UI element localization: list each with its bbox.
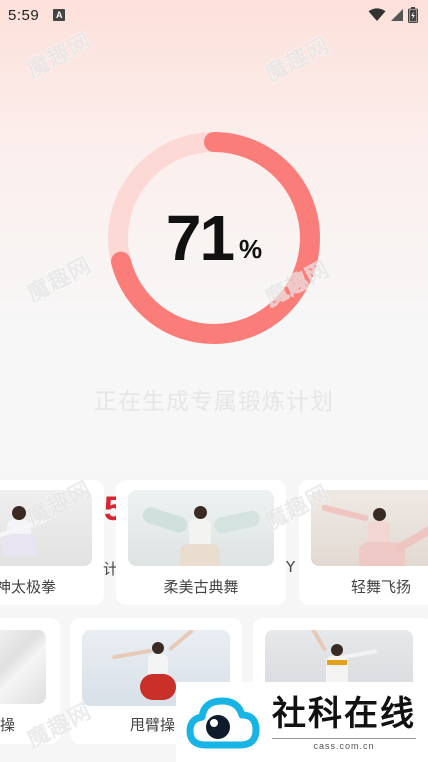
course-thumbnail [0, 630, 46, 704]
watermark-text: 魔趣网 [23, 252, 97, 308]
course-label: 轻舞飞扬 [351, 578, 412, 596]
course-card-light-dance[interactable]: 轻舞飞扬 [299, 480, 428, 605]
course-card-taiji[interactable]: 神太极拳 [0, 480, 104, 605]
progress-unit: % [239, 233, 263, 264]
course-thumbnail [311, 490, 428, 566]
notification-icon: A [53, 9, 66, 21]
status-time: 5:59 [8, 6, 40, 24]
brand-url: cass.com.cn [272, 737, 416, 751]
watermark-text: 魔趣网 [23, 28, 97, 84]
brand-name: 社科在线 [272, 693, 416, 734]
brand-watermark: 社科在线 cass.com.cn [176, 682, 428, 762]
course-label: 操 [0, 716, 16, 734]
card-cut-text-right: Y [286, 558, 296, 576]
status-left: 5:59 A [8, 6, 66, 24]
cloud-eye-icon [186, 697, 260, 749]
progress-value: 71 [165, 202, 235, 274]
generating-plan-text: 正在生成专属锻炼计划 [94, 389, 334, 415]
brand-text: 社科在线 cass.com.cn [272, 694, 416, 751]
course-thumbnail [128, 490, 274, 566]
signal-icon [391, 9, 403, 21]
progress-ring: 71 % [108, 132, 320, 344]
watermark-text: 魔趣网 [261, 32, 335, 88]
progress-readout: 71 % [108, 132, 320, 344]
course-label: 神太极拳 [0, 578, 57, 596]
course-thumbnail [0, 490, 92, 566]
battery-icon [408, 7, 418, 23]
course-card-classical-dance[interactable]: 柔美古典舞 [116, 480, 286, 605]
status-right [368, 7, 418, 23]
status-bar: 5:59 A [0, 0, 428, 30]
course-label: 柔美古典舞 [163, 578, 239, 596]
wifi-icon [368, 8, 386, 21]
course-card-exercise[interactable]: 操 [0, 618, 60, 744]
